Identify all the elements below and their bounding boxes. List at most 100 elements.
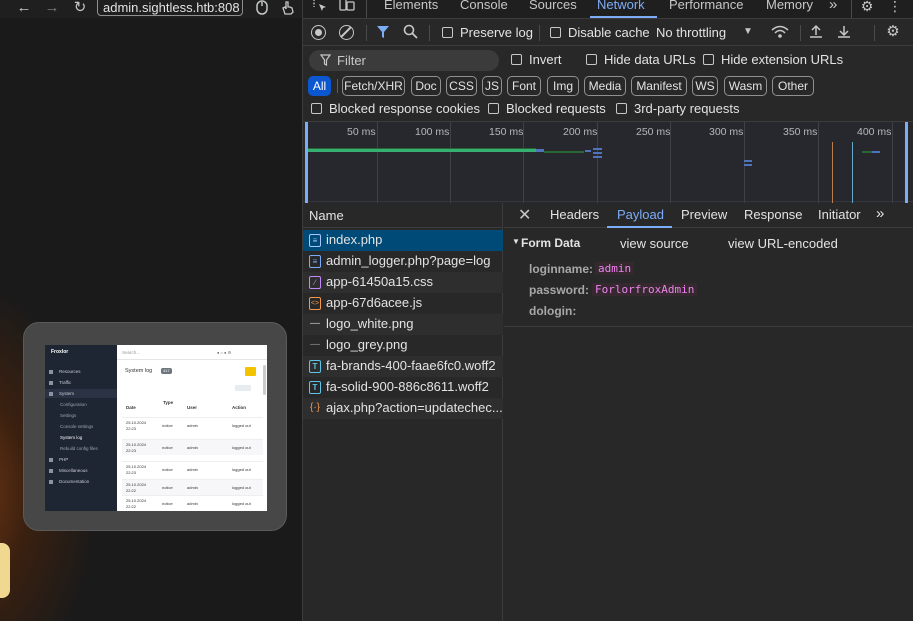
request-row[interactable]: ∕ app-61450a15.css	[303, 272, 503, 293]
mouse-icon[interactable]	[251, 0, 273, 16]
request-name: fa-solid-900-886c8611.woff2	[326, 379, 489, 394]
third-party-label: 3rd-party requests	[634, 101, 740, 116]
tab-network[interactable]: Network	[597, 0, 645, 12]
type-filter-wasm[interactable]: Wasm	[724, 76, 767, 96]
tab-console[interactable]: Console	[460, 0, 508, 12]
pip-table-row: 25.10.2024 22:22 notice admin logged out	[122, 495, 263, 511]
device-toolbar-icon[interactable]	[338, 0, 356, 16]
toolbar-divider	[874, 25, 875, 41]
type-filter-doc[interactable]: Doc	[411, 76, 441, 96]
tab-headers[interactable]: Headers	[550, 207, 599, 222]
view-url-encoded-link[interactable]: view URL-encoded	[728, 236, 838, 251]
tab-preview[interactable]: Preview	[681, 207, 727, 222]
font-icon: T	[309, 360, 321, 373]
network-conditions-icon[interactable]	[771, 25, 789, 43]
hide-data-urls-checkbox[interactable]	[586, 54, 597, 65]
active-tab-indicator	[590, 16, 657, 18]
tab-divider	[366, 0, 367, 18]
throttling-select[interactable]: No throttling	[656, 25, 726, 40]
close-icon[interactable]: ✕	[518, 205, 531, 225]
arrow-left-icon[interactable]: ←	[13, 0, 35, 16]
pip-cell-date: 25.10.2024	[126, 420, 147, 425]
picture-in-picture-window[interactable]: Froxlor Resources Traffic System Configu…	[23, 322, 287, 531]
form-data-title: Form Data	[521, 236, 581, 250]
preserve-log-checkbox[interactable]	[442, 27, 453, 38]
type-filter-other[interactable]: Other	[772, 76, 814, 96]
search-icon[interactable]	[403, 24, 418, 42]
type-filter-js[interactable]: JS	[482, 76, 502, 96]
pip-cell-type: notice	[162, 485, 173, 490]
pip-cell-action: logged out	[232, 467, 251, 472]
more-detail-tabs-button[interactable]: »	[876, 205, 884, 222]
tab-performance[interactable]: Performance	[669, 0, 743, 12]
import-har-icon[interactable]	[809, 24, 823, 42]
address-bar[interactable]: admin.sightless.htb:808	[97, 0, 243, 16]
form-value[interactable]: ForlorfroxAdmin	[592, 283, 698, 296]
gear-icon[interactable]: ⚙	[858, 0, 876, 15]
blocked-cookies-checkbox[interactable]	[311, 103, 322, 114]
pip-cell-user: admin	[187, 485, 198, 490]
network-overview[interactable]: 50 ms 100 ms 150 ms 200 ms 250 ms 300 ms…	[303, 121, 913, 203]
tab-memory[interactable]: Memory	[766, 0, 813, 12]
export-har-icon[interactable]	[837, 24, 851, 42]
type-filter-media[interactable]: Media	[584, 76, 626, 96]
overview-selection[interactable]	[305, 122, 908, 203]
type-filter-css[interactable]: CSS	[446, 76, 477, 96]
dropdown-arrow-icon[interactable]: ▼	[743, 26, 753, 37]
disable-cache-checkbox[interactable]	[550, 27, 561, 38]
pip-cell-type: notice	[162, 445, 173, 450]
pip-nav-item: Resources	[59, 369, 81, 374]
type-filter-fetch-xhr[interactable]: Fetch/XHR	[342, 76, 405, 96]
request-row[interactable]: {·} ajax.php?action=updatechec...	[303, 398, 503, 419]
filter-icon[interactable]	[376, 25, 390, 42]
request-row[interactable]: T fa-brands-400-faae6fc0.woff2	[303, 356, 503, 377]
pip-misc-icon	[49, 469, 53, 473]
pip-cell-action: logged out	[232, 423, 251, 428]
type-filter-all[interactable]: All	[308, 76, 331, 96]
type-filter-img[interactable]: Img	[547, 76, 579, 96]
clear-icon[interactable]	[339, 25, 354, 40]
inspect-element-icon[interactable]	[311, 0, 329, 16]
request-name: ajax.php?action=updatechec...	[326, 400, 503, 415]
more-tabs-button[interactable]: »	[829, 0, 837, 13]
kebab-menu-icon[interactable]: ⋮	[886, 0, 904, 15]
pip-divider	[117, 359, 267, 360]
browser-toolbar: ← → ↻ admin.sightless.htb:808	[0, 0, 302, 18]
request-row[interactable]: <> app-67d6acee.js	[303, 293, 503, 314]
request-row[interactable]: ≡ index.php	[303, 230, 503, 251]
name-column-header[interactable]: Name	[303, 203, 503, 228]
request-row[interactable]: T fa-solid-900-886c8611.woff2	[303, 377, 503, 398]
type-filter-ws[interactable]: WS	[692, 76, 718, 96]
network-settings-icon[interactable]: ⚙	[884, 23, 902, 41]
pip-table-row: 25.10.2024 22:23 notice admin logged out	[122, 461, 263, 477]
tab-sources[interactable]: Sources	[529, 0, 577, 12]
pip-nav-item: Miscellaneous	[59, 468, 88, 473]
tab-elements[interactable]: Elements	[384, 0, 438, 12]
third-party-checkbox[interactable]	[616, 103, 627, 114]
form-value[interactable]: admin	[595, 262, 635, 275]
view-source-link[interactable]: view source	[620, 236, 689, 251]
tab-payload[interactable]: Payload	[617, 207, 664, 222]
pip-nav-subitem: Console settings	[60, 424, 94, 429]
type-filter-manifest[interactable]: Manifest	[631, 76, 687, 96]
pip-header-icons: ● ⌂ ● ⚙	[217, 350, 232, 355]
arrow-right-icon[interactable]: →	[41, 0, 63, 16]
reload-icon[interactable]: ↻	[69, 0, 91, 16]
pip-col-action: Action	[232, 405, 246, 410]
hide-extension-urls-checkbox[interactable]	[703, 54, 714, 65]
request-row[interactable]: — logo_white.png	[303, 314, 503, 335]
invert-checkbox[interactable]	[511, 54, 522, 65]
triangle-down-icon[interactable]: ▼	[512, 237, 520, 246]
hand-pointer-icon[interactable]	[277, 0, 299, 16]
toolbar-divider	[539, 25, 540, 41]
request-row[interactable]: — logo_grey.png	[303, 335, 503, 356]
tab-initiator[interactable]: Initiator	[818, 207, 861, 222]
request-row[interactable]: ≡ admin_logger.php?page=log	[303, 251, 503, 272]
filter-input[interactable]: Filter	[309, 50, 499, 71]
blocked-requests-checkbox[interactable]	[488, 103, 499, 114]
form-data-section-header[interactable]: ▼ Form Data view source view URL-encoded	[504, 229, 913, 252]
type-filter-font[interactable]: Font	[507, 76, 541, 96]
tab-response[interactable]: Response	[744, 207, 803, 222]
record-icon[interactable]	[311, 25, 326, 40]
toolbar-divider	[366, 25, 367, 41]
